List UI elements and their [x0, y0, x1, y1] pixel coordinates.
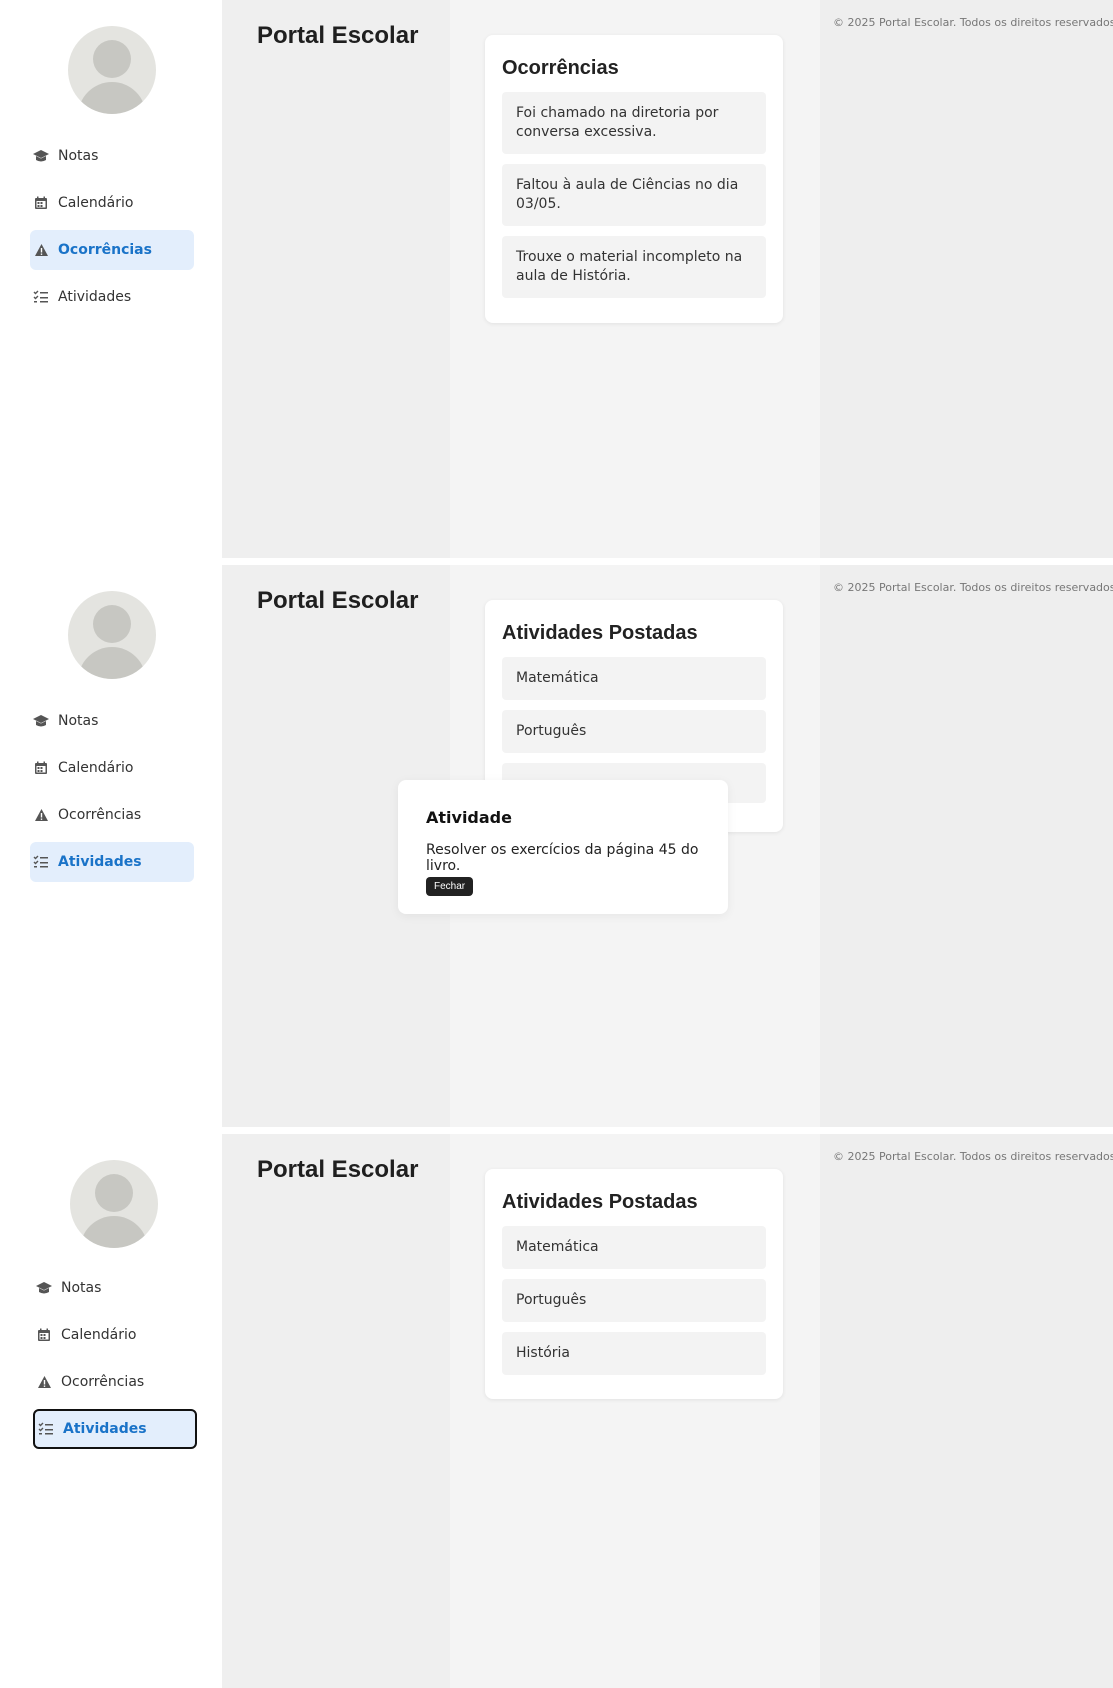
- sidebar: Notas Calendário Ocorrências Atividades: [0, 0, 222, 558]
- list-item[interactable]: História: [502, 1332, 766, 1375]
- header-column: [222, 1134, 450, 1688]
- avatar: [68, 26, 156, 114]
- atividades-card: Atividades Postadas Matemática Português…: [485, 1169, 783, 1399]
- checklist-icon: [30, 289, 52, 305]
- sidebar-item-ocorrencias[interactable]: Ocorrências: [30, 230, 194, 270]
- sidebar-item-label: Atividades: [63, 1421, 147, 1437]
- sidebar-item-notas[interactable]: Notas: [33, 1268, 197, 1308]
- sidebar-item-label: Calendário: [58, 760, 134, 776]
- list-item[interactable]: Matemática: [502, 1226, 766, 1269]
- sidebar-item-label: Calendário: [61, 1327, 137, 1343]
- warning-icon: [30, 242, 52, 258]
- activity-modal: Atividade Resolver os exercícios da pági…: [398, 780, 728, 914]
- aside-column: [820, 1134, 1113, 1688]
- modal-title: Atividade: [426, 808, 512, 827]
- sidebar-item-calendario[interactable]: Calendário: [33, 1315, 197, 1355]
- graduation-cap-icon: [30, 148, 52, 164]
- list-item[interactable]: Matemática: [502, 657, 766, 700]
- sidebar-item-label: Ocorrências: [58, 242, 152, 258]
- modal-text: Resolver os exercícios da página 45 do l…: [426, 842, 699, 874]
- calendar-icon: [33, 1327, 55, 1343]
- sidebar-item-label: Atividades: [58, 854, 142, 870]
- aside-column: [820, 565, 1113, 1127]
- ocorrencias-card: Ocorrências Foi chamado na diretoria por…: [485, 35, 783, 323]
- list-item: Faltou à aula de Ciências no dia 03/05.: [502, 164, 766, 226]
- aside-column: [820, 0, 1113, 558]
- sidebar-item-label: Atividades: [58, 289, 132, 305]
- page-title: Portal Escolar: [257, 22, 419, 49]
- sidebar-item-ocorrencias[interactable]: Ocorrências: [33, 1362, 197, 1402]
- footer-copyright: © 2025 Portal Escolar. Todos os direitos…: [833, 16, 1113, 29]
- sidebar: Notas Calendário Ocorrências Atividades: [0, 565, 222, 1127]
- card-title: Atividades Postadas: [502, 622, 698, 644]
- card-title: Atividades Postadas: [502, 1191, 698, 1213]
- header-column: [222, 0, 450, 558]
- sidebar-item-label: Notas: [61, 1280, 102, 1296]
- close-button[interactable]: Fechar: [426, 877, 474, 896]
- avatar: [70, 1160, 158, 1248]
- sidebar-item-label: Ocorrências: [61, 1374, 145, 1390]
- list-item: Foi chamado na diretoria por conversa ex…: [502, 92, 766, 154]
- sidebar-item-label: Notas: [58, 148, 99, 164]
- sidebar-item-notas[interactable]: Notas: [30, 136, 194, 176]
- calendar-icon: [30, 195, 52, 211]
- sidebar-item-calendario[interactable]: Calendário: [30, 183, 194, 223]
- warning-icon: [30, 807, 52, 823]
- footer-copyright: © 2025 Portal Escolar. Todos os direitos…: [833, 581, 1113, 594]
- warning-icon: [33, 1374, 55, 1390]
- checklist-icon: [30, 854, 52, 870]
- checklist-icon: [35, 1421, 57, 1437]
- page-title: Portal Escolar: [257, 587, 419, 614]
- screen-atividades: Notas Calendário Ocorrências Atividades …: [0, 1134, 1113, 1688]
- screen-ocorrencias: Notas Calendário Ocorrências Atividades …: [0, 0, 1113, 558]
- page-title: Portal Escolar: [257, 1156, 419, 1183]
- avatar: [68, 591, 156, 679]
- calendar-icon: [30, 760, 52, 776]
- graduation-cap-icon: [33, 1280, 55, 1296]
- sidebar-item-label: Notas: [58, 713, 99, 729]
- list-item[interactable]: Português: [502, 710, 766, 753]
- card-title: Ocorrências: [502, 57, 619, 79]
- sidebar-item-ocorrencias[interactable]: Ocorrências: [30, 795, 194, 835]
- list-item[interactable]: Português: [502, 1279, 766, 1322]
- sidebar-item-notas[interactable]: Notas: [30, 701, 194, 741]
- sidebar: Notas Calendário Ocorrências Atividades: [0, 1134, 222, 1688]
- sidebar-item-atividades[interactable]: Atividades: [33, 1409, 197, 1449]
- screen-atividades-modal: Notas Calendário Ocorrências Atividades …: [0, 565, 1113, 1127]
- footer-copyright: © 2025 Portal Escolar. Todos os direitos…: [833, 1150, 1113, 1163]
- sidebar-item-label: Calendário: [58, 195, 134, 211]
- graduation-cap-icon: [30, 713, 52, 729]
- sidebar-item-calendario[interactable]: Calendário: [30, 748, 194, 788]
- sidebar-item-label: Ocorrências: [58, 807, 142, 823]
- sidebar-item-atividades[interactable]: Atividades: [30, 277, 194, 317]
- sidebar-item-atividades[interactable]: Atividades: [30, 842, 194, 882]
- list-item: Trouxe o material incompleto na aula de …: [502, 236, 766, 298]
